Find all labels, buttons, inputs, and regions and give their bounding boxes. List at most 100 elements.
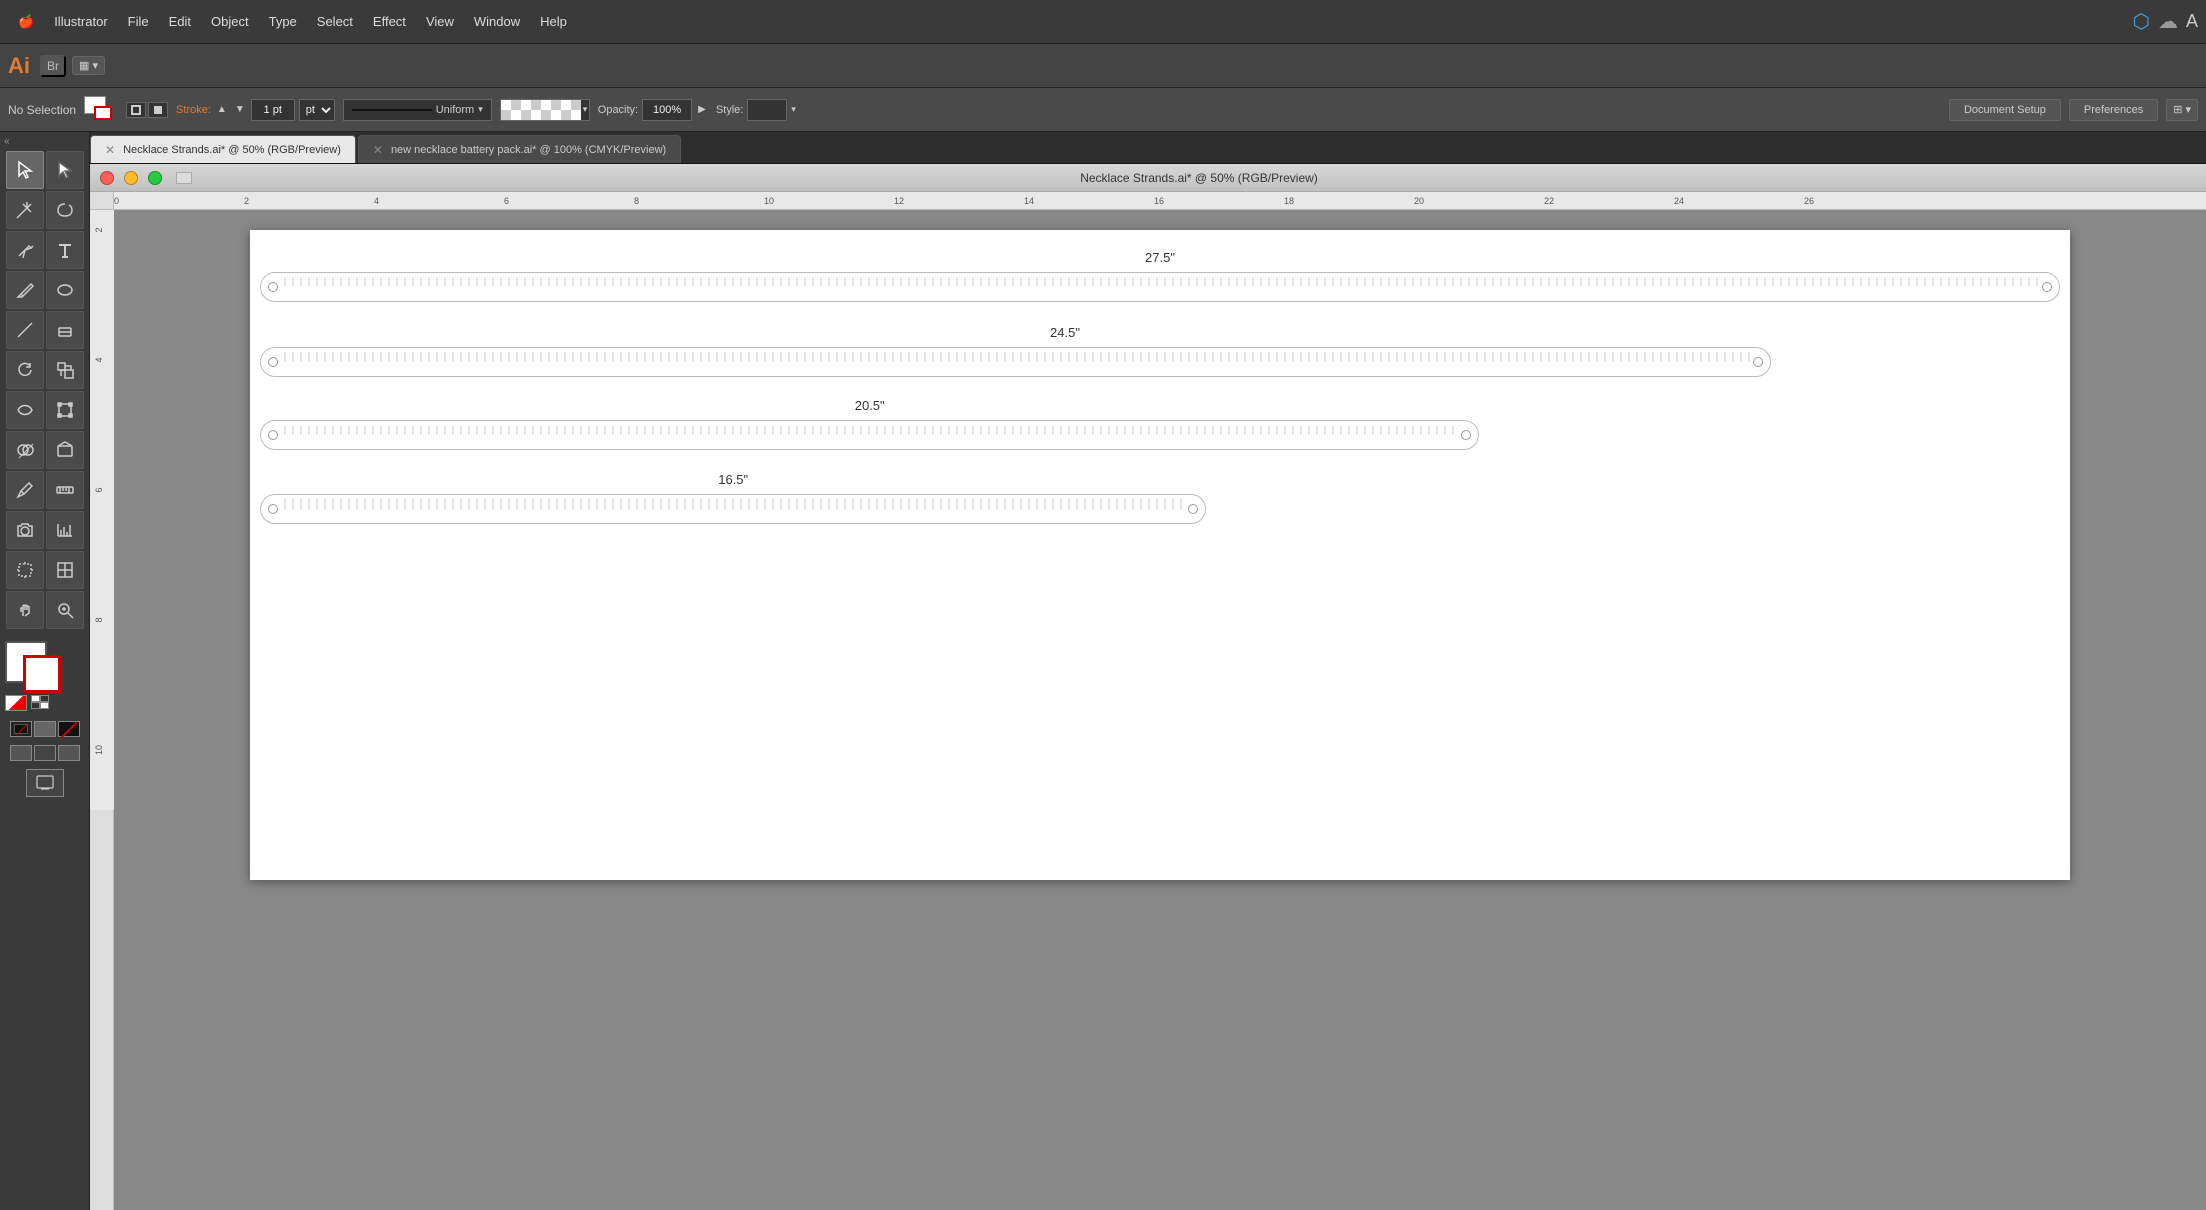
stroke-style-selector[interactable]: Uniform ▾ bbox=[343, 99, 492, 121]
strand-label-2: 24.5" bbox=[260, 325, 1870, 340]
tool-row-11 bbox=[6, 551, 84, 589]
style-label: Style: bbox=[716, 104, 744, 116]
ai-logo: Ai bbox=[8, 53, 30, 79]
strand-1-right-circle bbox=[2042, 282, 2052, 292]
magic-wand-tool[interactable] bbox=[6, 191, 44, 229]
view-outline-icon[interactable] bbox=[58, 745, 80, 761]
tab-close-2[interactable]: ✕ bbox=[373, 143, 383, 157]
style-group: Style: ▾ bbox=[716, 99, 796, 121]
menu-view[interactable]: View bbox=[416, 0, 464, 44]
stroke-unit-select[interactable]: pt bbox=[299, 99, 335, 121]
svg-text:6: 6 bbox=[94, 487, 104, 492]
measure-tool[interactable] bbox=[46, 471, 84, 509]
graph-tool[interactable] bbox=[46, 511, 84, 549]
slice-tool[interactable] bbox=[46, 551, 84, 589]
stroke-up[interactable]: ▲ bbox=[215, 104, 229, 115]
toolbox: « bbox=[0, 132, 90, 1210]
strand-2[interactable] bbox=[260, 347, 1771, 377]
menu-object[interactable]: Object bbox=[201, 0, 259, 44]
opacity-value-input[interactable] bbox=[642, 99, 692, 121]
tool-row-5 bbox=[6, 311, 84, 349]
svg-text:16: 16 bbox=[1154, 196, 1164, 206]
strand-4[interactable] bbox=[260, 494, 1206, 524]
menu-type[interactable]: Type bbox=[259, 0, 307, 44]
camera-tool[interactable] bbox=[6, 511, 44, 549]
view-normal-icon[interactable] bbox=[10, 745, 32, 761]
window-title: Necklace Strands.ai* @ 50% (RGB/Preview) bbox=[202, 171, 2196, 185]
strand-2-right-circle bbox=[1753, 357, 1763, 367]
tab-close-1[interactable]: ✕ bbox=[105, 143, 115, 157]
select-tool[interactable] bbox=[6, 151, 44, 189]
stroke-down[interactable]: ▼ bbox=[233, 104, 247, 115]
toolbox-collapse[interactable]: « bbox=[0, 136, 89, 147]
fill-mode-button[interactable] bbox=[126, 102, 146, 118]
menu-window[interactable]: Window bbox=[464, 0, 530, 44]
tab-title-1: Necklace Strands.ai* @ 50% (RGB/Preview) bbox=[123, 144, 341, 156]
secondary-toolbar: Ai Br ▦ ▾ bbox=[0, 44, 2206, 88]
fill-stroke-indicator[interactable] bbox=[84, 96, 118, 124]
swap-color-icon[interactable] bbox=[31, 695, 49, 709]
workspace-button[interactable]: ▦ ▾ bbox=[72, 56, 105, 75]
opacity-menu[interactable]: ▶ bbox=[696, 104, 708, 115]
strand-1[interactable] bbox=[260, 272, 2060, 302]
menu-illustrator[interactable]: Illustrator bbox=[44, 0, 117, 44]
hand-tool[interactable] bbox=[6, 591, 44, 629]
minimize-button[interactable] bbox=[124, 171, 138, 185]
stroke-value-input[interactable] bbox=[251, 99, 295, 121]
view-preview-icon[interactable] bbox=[34, 745, 56, 761]
menu-help[interactable]: Help bbox=[530, 0, 577, 44]
strand-3[interactable] bbox=[260, 420, 1479, 450]
bridge-button[interactable]: Br bbox=[40, 55, 66, 77]
pen-tool[interactable] bbox=[6, 231, 44, 269]
menu-edit[interactable]: Edit bbox=[159, 0, 201, 44]
document-setup-button[interactable]: Document Setup bbox=[1949, 99, 2061, 121]
view-mode-icons bbox=[10, 745, 80, 761]
zoom-tool[interactable] bbox=[46, 591, 84, 629]
gray-fill-icon[interactable] bbox=[34, 721, 56, 737]
menu-effect[interactable]: Effect bbox=[363, 0, 416, 44]
selection-label: No Selection bbox=[8, 103, 76, 117]
rotate-tool[interactable] bbox=[6, 351, 44, 389]
text-tool[interactable] bbox=[46, 231, 84, 269]
shape-builder-tool[interactable] bbox=[6, 431, 44, 469]
perspective-tool[interactable] bbox=[46, 431, 84, 469]
tool-row-7 bbox=[6, 391, 84, 429]
tab-battery-pack[interactable]: ✕ new necklace battery pack.ai* @ 100% (… bbox=[358, 135, 681, 163]
style-selector[interactable] bbox=[747, 99, 787, 121]
opacity-arrow: ▾ bbox=[581, 104, 590, 115]
svg-text:22: 22 bbox=[1544, 196, 1554, 206]
stroke-uniform-label: Uniform bbox=[436, 104, 475, 116]
stroke-none-icon[interactable] bbox=[10, 721, 32, 737]
stroke-swatch[interactable] bbox=[94, 106, 112, 120]
reset-color-icon[interactable] bbox=[5, 695, 27, 711]
scale-tool[interactable] bbox=[46, 351, 84, 389]
svg-text:20: 20 bbox=[1414, 196, 1424, 206]
lasso-tool[interactable] bbox=[46, 191, 84, 229]
eyedropper-tool[interactable] bbox=[6, 471, 44, 509]
screen-mode-icon[interactable] bbox=[26, 769, 64, 797]
direct-select-tool[interactable] bbox=[46, 151, 84, 189]
canvas-scroll[interactable]: 27.5" bbox=[114, 210, 2206, 1210]
menu-select[interactable]: Select bbox=[307, 0, 363, 44]
menu-file[interactable]: File bbox=[118, 0, 159, 44]
color-mode-icons bbox=[5, 695, 49, 711]
artboard-tool[interactable] bbox=[6, 551, 44, 589]
close-button[interactable] bbox=[100, 171, 114, 185]
tool-row-8 bbox=[6, 431, 84, 469]
line-tool[interactable] bbox=[6, 311, 44, 349]
preferences-button[interactable]: Preferences bbox=[2069, 99, 2158, 121]
apple-menu[interactable]: 🍎 bbox=[8, 0, 44, 44]
ellipse-tool[interactable] bbox=[46, 271, 84, 309]
tab-necklace-strands[interactable]: ✕ Necklace Strands.ai* @ 50% (RGB/Previe… bbox=[90, 135, 356, 163]
warp-tool[interactable] bbox=[6, 391, 44, 429]
free-transform-tool[interactable] bbox=[46, 391, 84, 429]
cloud-icon: ☁ bbox=[2158, 9, 2178, 34]
pencil-tool[interactable] bbox=[6, 271, 44, 309]
maximize-button[interactable] bbox=[148, 171, 162, 185]
none-icon[interactable] bbox=[58, 721, 80, 737]
stroke-mode-button[interactable] bbox=[148, 102, 168, 118]
opacity-pattern-selector[interactable]: ▾ bbox=[500, 99, 590, 121]
eraser-tool[interactable] bbox=[46, 311, 84, 349]
view-options-button[interactable]: ⊞ ▾ bbox=[2166, 99, 2198, 121]
stroke-color[interactable] bbox=[23, 655, 61, 693]
